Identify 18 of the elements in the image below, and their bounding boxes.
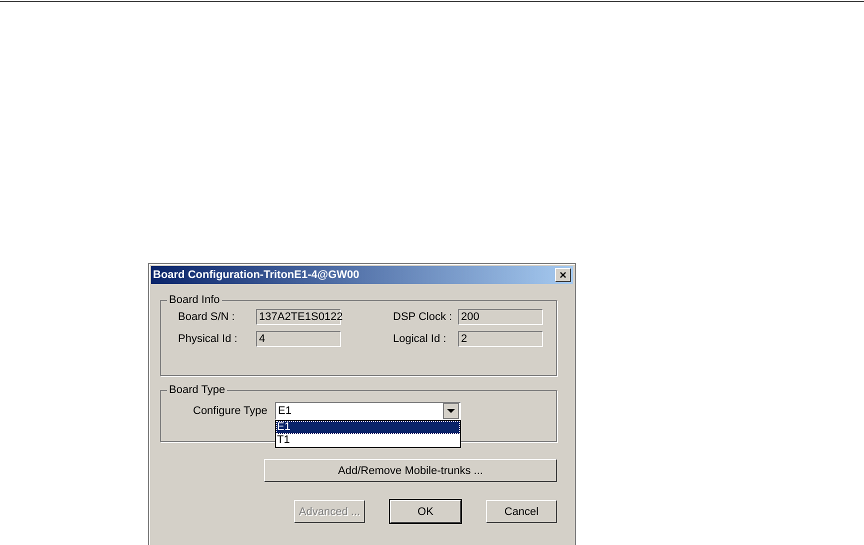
add-remove-mobile-trunks-button[interactable]: Add/Remove Mobile-trunks ...: [264, 459, 557, 482]
field-label: Logical Id :: [393, 333, 448, 345]
group-legend: Board Info: [167, 294, 222, 306]
close-button[interactable]: ×: [555, 268, 571, 282]
readonly-field: 200: [458, 309, 543, 325]
field-label: Configure Type: [193, 405, 268, 417]
field-label: Physical Id :: [178, 333, 238, 345]
readonly-field: 2: [458, 331, 543, 347]
dialog-button[interactable]: OK: [390, 500, 461, 523]
dropdown-option[interactable]: E1: [276, 421, 460, 434]
readonly-field: 4: [256, 331, 341, 347]
window-title: Board Configuration-TritonE1-4@GW00: [153, 269, 360, 281]
readonly-field: 137A2TE1S0122: [256, 309, 341, 325]
field-label: Board S/N :: [178, 311, 236, 323]
field-label: DSP Clock :: [393, 311, 454, 323]
group-legend: Board Type: [167, 384, 228, 396]
dropdown-option[interactable]: T1: [276, 434, 460, 447]
dialog-button[interactable]: Cancel: [486, 500, 557, 523]
